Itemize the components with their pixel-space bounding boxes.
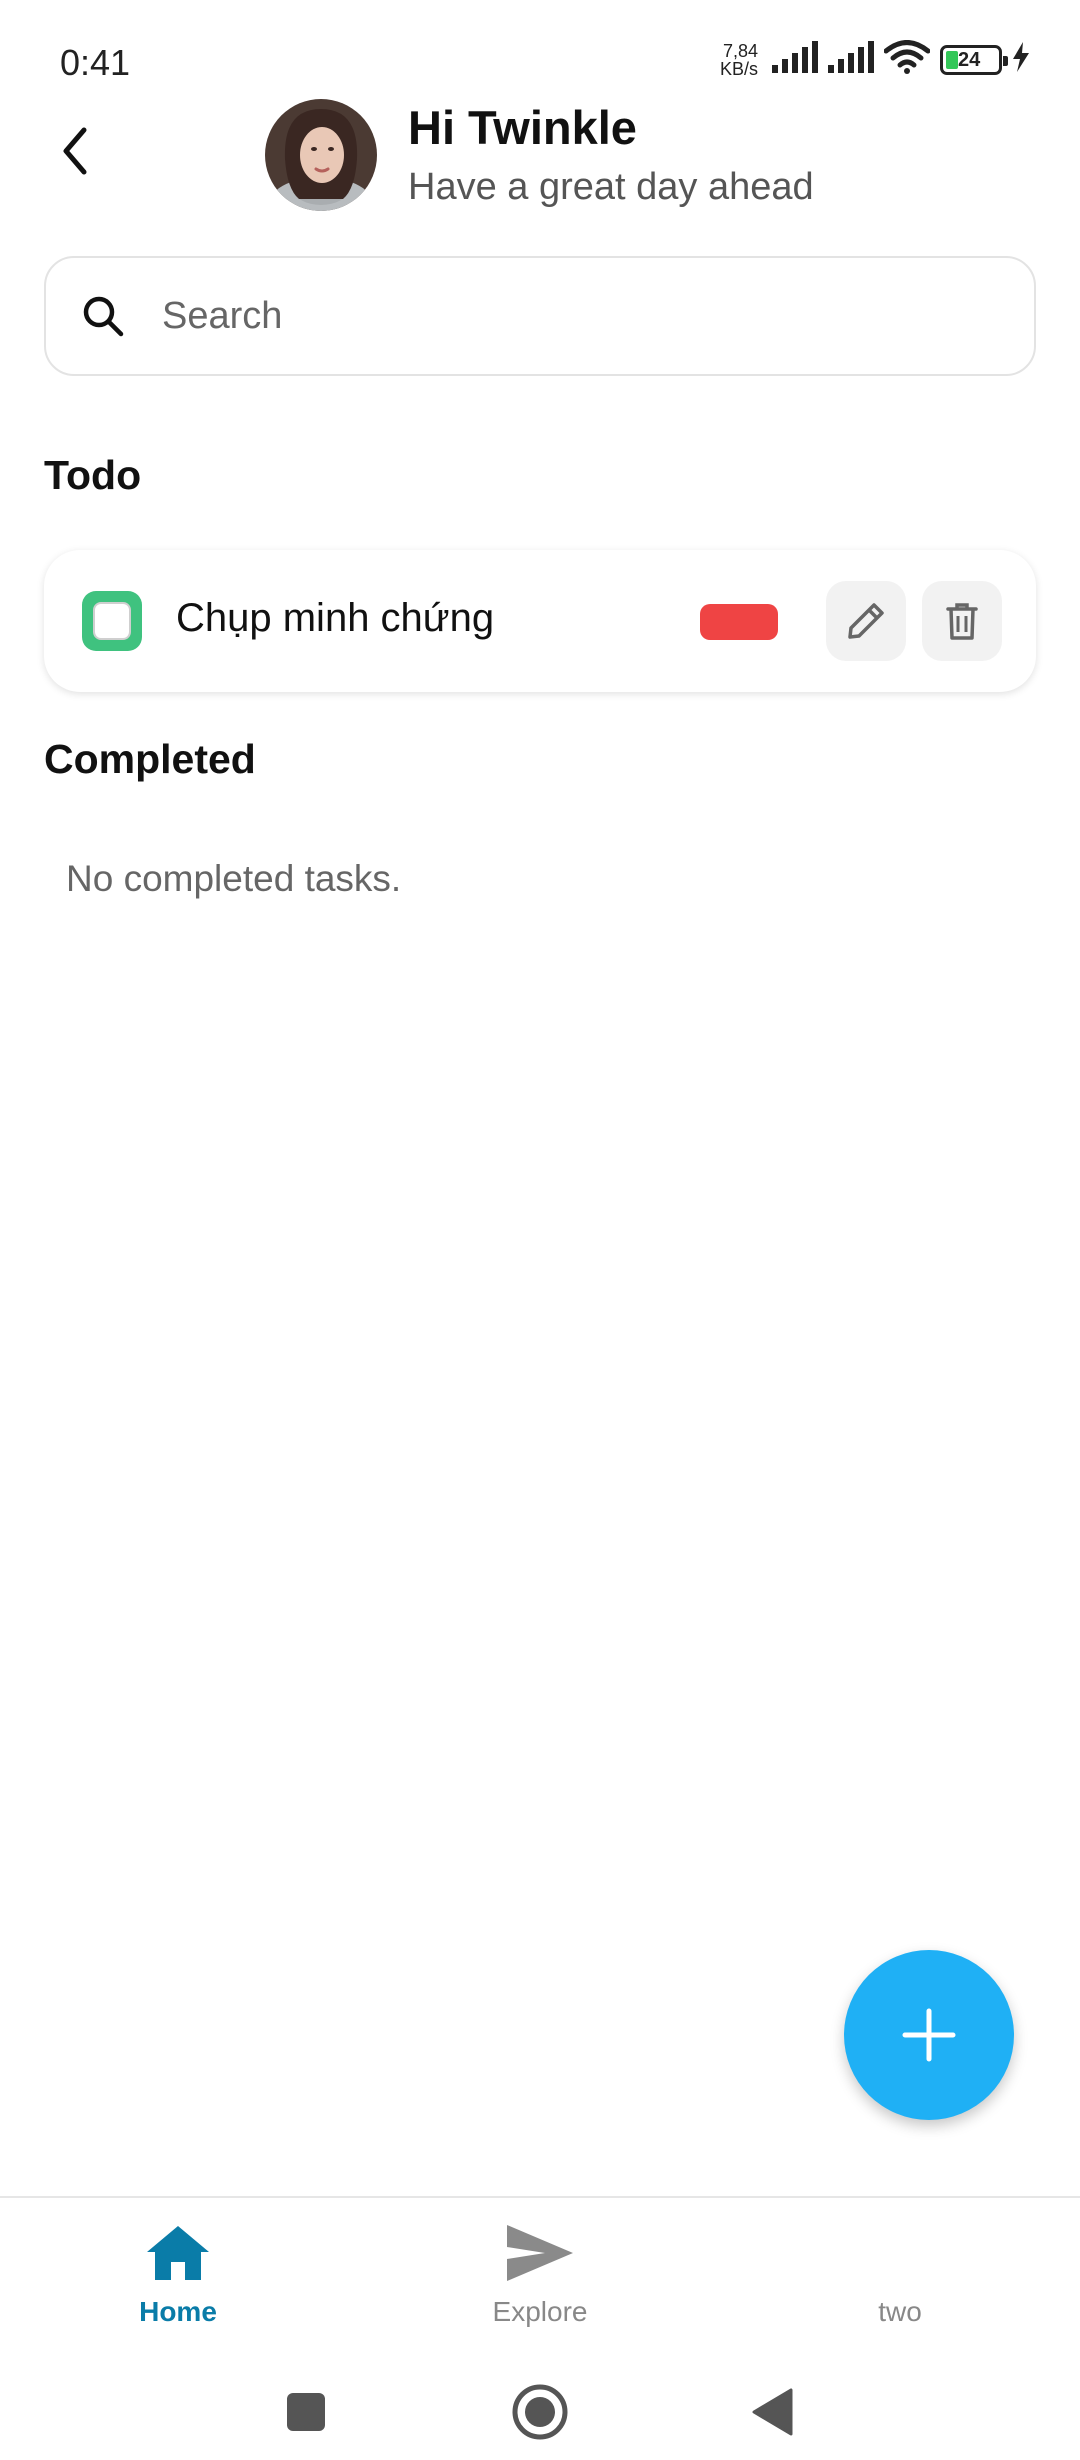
- status-bar: 0:41 7,84 KB/s 24: [0, 0, 1080, 90]
- nav-item-two[interactable]: two: [770, 2218, 1030, 2328]
- circle-icon: [512, 2384, 568, 2440]
- search-input[interactable]: [162, 294, 982, 338]
- todo-checkbox[interactable]: [82, 591, 142, 651]
- avatar: [265, 99, 377, 211]
- pencil-icon: [848, 603, 884, 639]
- home-icon: [147, 2226, 209, 2280]
- signal-icon: [772, 41, 818, 78]
- priority-tag: [700, 604, 778, 640]
- back-button[interactable]: [46, 122, 104, 180]
- todo-item-label: Chụp minh chứng: [176, 596, 495, 640]
- recents-button[interactable]: [276, 2382, 336, 2442]
- nav-label-two: two: [878, 2296, 922, 2327]
- square-icon: [287, 2393, 325, 2431]
- network-speed-value: 7,84: [722, 40, 758, 61]
- delete-button[interactable]: [922, 581, 1002, 661]
- system-navigation: [0, 2356, 1080, 2460]
- trash-icon: [946, 603, 978, 640]
- battery-icon: 24: [940, 44, 1008, 75]
- nav-item-home[interactable]: Home: [48, 2218, 308, 2328]
- nav-label-explore: Explore: [492, 2296, 588, 2327]
- triangle-left-icon: [752, 2388, 793, 2436]
- signal-icon-2: [828, 41, 874, 78]
- charging-icon: [1012, 42, 1030, 77]
- search-bar[interactable]: [44, 256, 1036, 376]
- back-system-button[interactable]: [742, 2382, 802, 2442]
- todo-screen: 0:41 7,84 KB/s 24 Hi Twinkle Have a grea…: [0, 0, 1080, 2460]
- plus-icon: [902, 2008, 956, 2062]
- status-icons: 7,84 KB/s 24: [720, 40, 1030, 79]
- status-time: 0:41: [60, 42, 131, 83]
- bottom-navigation: Home Explore two: [0, 2196, 1080, 2356]
- network-speed: 7,84 KB/s: [720, 42, 758, 78]
- empty-completed-message: No completed tasks.: [66, 858, 402, 899]
- add-task-button[interactable]: [844, 1950, 1014, 2120]
- search-icon: [83, 296, 124, 337]
- chevron-left-icon: [63, 127, 87, 175]
- wifi-icon: [883, 40, 931, 79]
- completed-section-title: Completed: [44, 736, 256, 782]
- todo-section-title: Todo: [44, 452, 142, 498]
- greeting-subtitle: Have a great day ahead: [408, 166, 814, 208]
- home-system-button[interactable]: [510, 2382, 570, 2442]
- send-icon: [507, 2225, 573, 2281]
- edit-button[interactable]: [826, 581, 906, 661]
- network-speed-unit: KB/s: [719, 58, 758, 79]
- nav-label-home: Home: [139, 2296, 217, 2327]
- nav-item-explore[interactable]: Explore: [410, 2218, 670, 2328]
- greeting-title: Hi Twinkle: [408, 101, 637, 154]
- todo-item[interactable]: Chụp minh chứng: [44, 550, 1036, 692]
- battery-level: 24: [958, 48, 981, 71]
